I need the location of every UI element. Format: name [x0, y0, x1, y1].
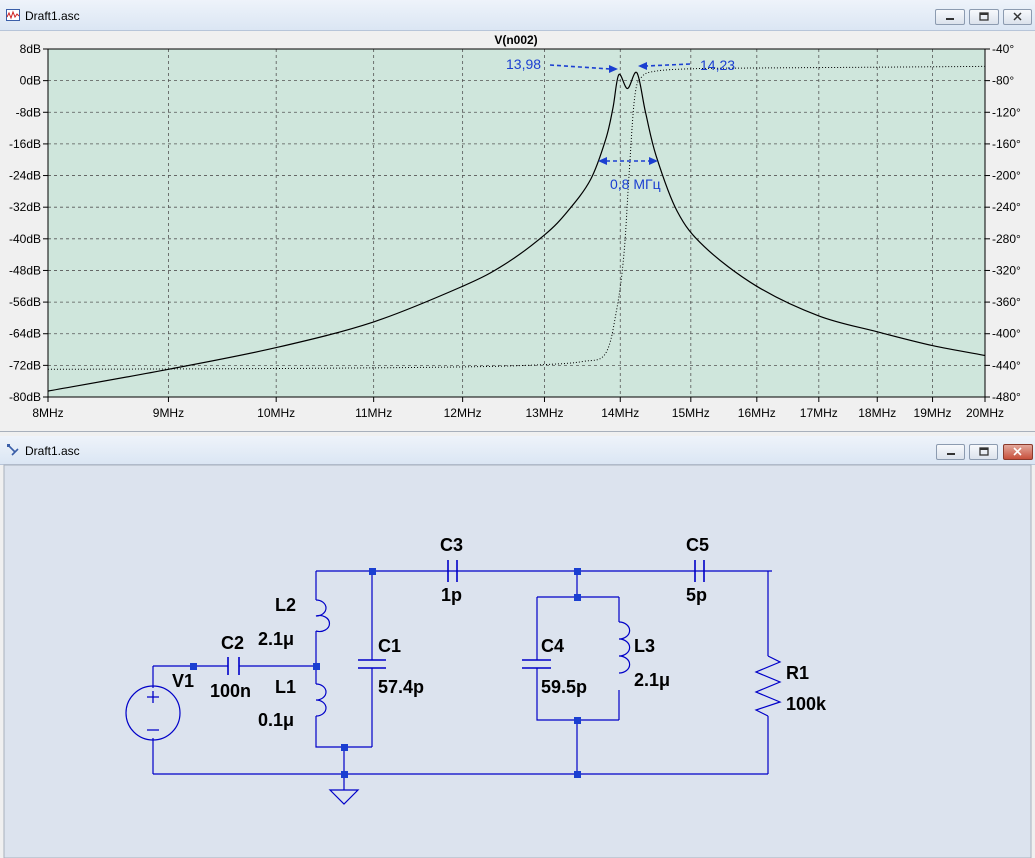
v1-label[interactable]: V1 [172, 671, 194, 691]
y-left-tick-label: -64dB [9, 327, 41, 341]
y-left-tick-label: -48dB [9, 263, 41, 277]
y-left-tick-label: -16dB [9, 137, 41, 151]
y-left-tick-label: -80dB [9, 390, 41, 404]
y-left-tick-label: -8dB [16, 105, 41, 119]
plot-area[interactable] [48, 49, 985, 397]
y-right-tick-label: -80° [992, 74, 1014, 88]
y-right-tick-label: -360° [992, 295, 1021, 309]
y-right-tick-label: -440° [992, 358, 1021, 372]
x-tick-label: 9MHz [153, 406, 184, 420]
y-left-tick-label: -56dB [9, 295, 41, 309]
x-tick-label: 19MHz [914, 406, 952, 420]
c4-label[interactable]: C4 [541, 636, 564, 656]
x-tick-label: 16MHz [738, 406, 776, 420]
c1-label[interactable]: C1 [378, 636, 401, 656]
x-tick-label: 12MHz [444, 406, 482, 420]
y-left-tick-label: 8dB [20, 42, 41, 56]
l1-value[interactable]: 0.1μ [258, 710, 294, 730]
c3-label[interactable]: C3 [440, 535, 463, 555]
x-tick-label: 18MHz [858, 406, 896, 420]
y-left-tick-label: 0dB [20, 74, 41, 88]
c5-label[interactable]: C5 [686, 535, 709, 555]
c1-value[interactable]: 57.4p [378, 677, 424, 697]
x-tick-label: 13MHz [525, 406, 563, 420]
r1-value[interactable]: 100k [786, 694, 827, 714]
peak2-label: 14,23 [700, 57, 735, 73]
l3-value[interactable]: 2.1μ [634, 670, 670, 690]
y-right-tick-label: -40° [992, 42, 1014, 56]
l2-label[interactable]: L2 [275, 595, 296, 615]
x-tick-label: 15MHz [672, 406, 710, 420]
bode-plot[interactable]: 8dB 0dB -8dB -16dB -24dB -32dB -40dB -48dB -56dB… [0, 0, 1035, 425]
bandwidth-label: 0,8 МГц [610, 176, 661, 192]
splitter-line[interactable] [0, 431, 1035, 432]
c3-value[interactable]: 1p [441, 585, 462, 605]
c4-value[interactable]: 59.5p [541, 677, 587, 697]
y-left-tick-label: -72dB [9, 358, 41, 372]
x-tick-label: 20MHz [966, 406, 1004, 420]
c2-value[interactable]: 100n [210, 681, 251, 701]
x-tick-label: 10MHz [257, 406, 295, 420]
y-right-tick-label: -480° [992, 390, 1021, 404]
y-right-tick-label: -400° [992, 327, 1021, 341]
y-right-tick-label: -240° [992, 200, 1021, 214]
y-right-tick-label: -200° [992, 169, 1021, 183]
x-tick-label: 17MHz [800, 406, 838, 420]
x-tick-label: 14MHz [601, 406, 639, 420]
l2-value[interactable]: 2.1μ [258, 629, 294, 649]
r1-label[interactable]: R1 [786, 663, 809, 683]
c5-value[interactable]: 5p [686, 585, 707, 605]
y-right-tick-label: -160° [992, 137, 1021, 151]
plot-window: Draft1.asc 8dB 0dB -8dB -16dB -24dB -32dB -40d… [0, 0, 1035, 425]
y-right-tick-label: -320° [992, 263, 1021, 277]
y-right-tick-label: -280° [992, 232, 1021, 246]
y-right-tick-label: -120° [992, 105, 1021, 119]
y-left-tick-label: -32dB [9, 200, 41, 214]
l3-label[interactable]: L3 [634, 636, 655, 656]
y-left-tick-label: -24dB [9, 169, 41, 183]
y-left-tick-label: -40dB [9, 232, 41, 246]
trace-title[interactable]: V(n002) [494, 33, 537, 47]
peak1-label: 13,98 [506, 56, 541, 72]
x-tick-label: 11MHz [355, 406, 392, 420]
x-tick-label: 8MHz [32, 406, 63, 420]
c2-label[interactable]: C2 [221, 633, 244, 653]
schematic-canvas[interactable]: V1 C2 100n L2 2.1μ L1 0.1μ C1 57.4p C3 1… [0, 436, 1035, 858]
l1-label[interactable]: L1 [275, 677, 296, 697]
schematic-window: Draft1.asc V1 C2 100n L2 2.1μ L1 0.1μ C1… [0, 436, 1035, 858]
